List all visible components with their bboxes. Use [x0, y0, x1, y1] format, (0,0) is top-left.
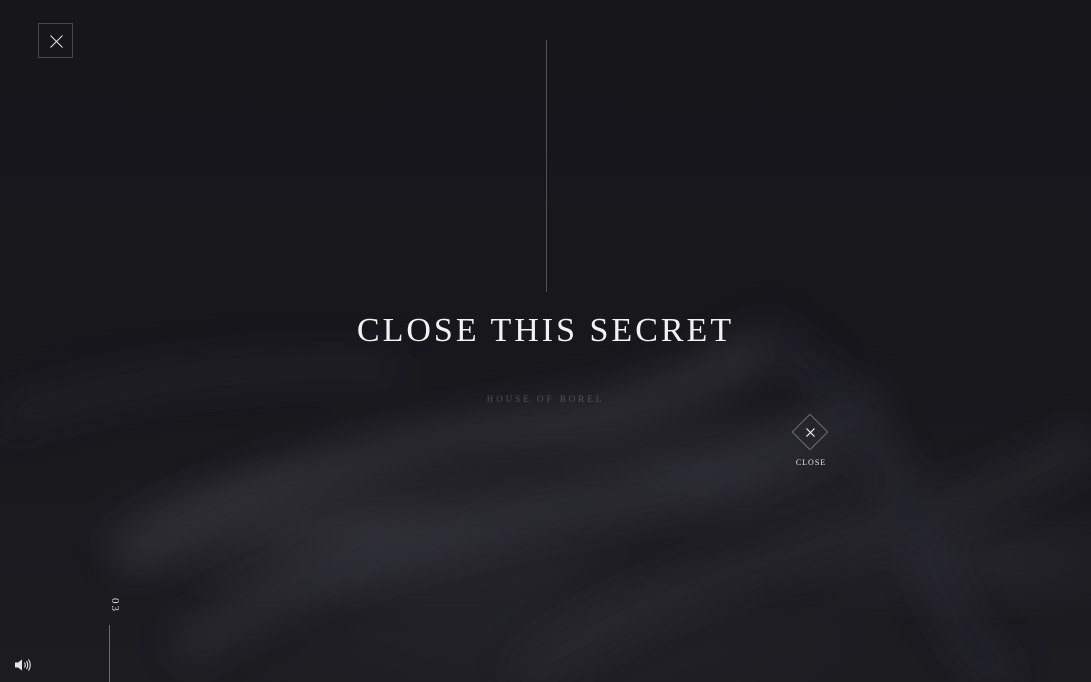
close-icon: [50, 35, 63, 48]
progress-line: [109, 625, 110, 682]
close-icon: [806, 428, 815, 437]
secret-screen: CLOSE THIS SECRET HOUSE OF BOREL CLOSE 0…: [0, 0, 1091, 682]
close-menu-button[interactable]: [38, 23, 73, 58]
page-title: CLOSE THIS SECRET: [356, 312, 735, 349]
speaker-icon: [15, 659, 31, 671]
brand-subtitle: HOUSE OF BOREL: [486, 394, 605, 404]
close-secret-label: CLOSE: [795, 458, 827, 467]
vertical-divider: [546, 40, 547, 292]
close-secret-button[interactable]: CLOSE: [786, 413, 836, 471]
sound-toggle-button[interactable]: [14, 658, 32, 672]
page-number: 03: [109, 598, 121, 613]
